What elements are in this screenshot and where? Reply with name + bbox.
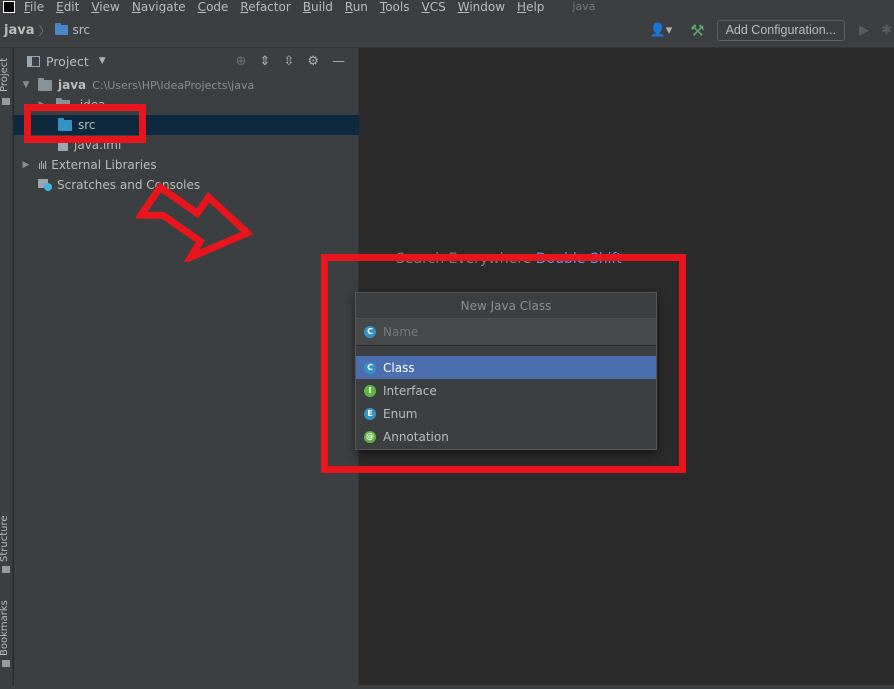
debug-icon[interactable]: ✱	[881, 23, 892, 38]
project-tool-icon[interactable]	[2, 98, 10, 105]
module-folder-icon	[38, 77, 52, 91]
chevron-down-icon[interactable]: ▼	[20, 80, 32, 90]
folder-icon	[54, 23, 68, 35]
menu-bar: File Edit View Navigate Code Refactor Bu…	[0, 0, 894, 13]
scratches-icon	[38, 179, 52, 191]
annotation-arrow-icon	[136, 182, 252, 262]
hammer-icon[interactable]: ⚒	[690, 21, 704, 40]
structure-tool-tab[interactable]: Structure	[0, 515, 10, 562]
tree-node-java[interactable]: ▼ java C:\Users\HP\IdeaProjects\java	[14, 75, 359, 95]
intellij-logo-icon	[3, 0, 15, 13]
project-panel-title[interactable]: Project	[46, 54, 89, 69]
project-view-icon	[27, 55, 40, 67]
collapse-all-icon[interactable]: ⇳	[283, 54, 294, 69]
locate-icon[interactable]: ⊕	[236, 54, 247, 69]
run-icon[interactable]: ▶	[859, 23, 869, 38]
menu-refactor[interactable]: Refactor	[240, 1, 290, 13]
tree-node-label: java	[58, 78, 87, 92]
breadcrumb-separator-icon: 〉	[38, 23, 51, 38]
menu-code[interactable]: Code	[198, 1, 229, 13]
hide-icon[interactable]: —	[332, 54, 345, 69]
bookmarks-tool-tab[interactable]: Bookmarks	[0, 600, 10, 656]
menu-build[interactable]: Build	[303, 1, 333, 13]
project-panel-header: Project ▼ ⊕ ⇕ ⇳ ⚙ —	[14, 48, 358, 74]
structure-tool-icon[interactable]	[2, 566, 10, 573]
menu-edit[interactable]: Edit	[56, 1, 79, 13]
toolbar-right: 👤▾ ⚒ Add Configuration... ▶ ✱	[650, 13, 894, 48]
library-icon: ılıl	[38, 158, 47, 172]
tree-node-path: C:\Users\HP\IdeaProjects\java	[92, 78, 255, 92]
chevron-down-icon[interactable]: ▼	[99, 56, 106, 66]
menu-help[interactable]: Help	[517, 1, 544, 13]
add-configuration-button[interactable]: Add Configuration...	[716, 20, 846, 41]
menu-file[interactable]: File	[24, 1, 44, 13]
menu-run[interactable]: Run	[345, 1, 368, 13]
project-panel: Project ▼ ⊕ ⇕ ⇳ ⚙ — ▼ java C:\Users\HP\I…	[14, 48, 359, 685]
breadcrumb-src[interactable]: src	[73, 23, 91, 37]
chevron-right-icon[interactable]: ▶	[20, 160, 32, 170]
menu-window[interactable]: Window	[458, 1, 505, 13]
status-bar	[0, 685, 894, 689]
bookmarks-tool-icon[interactable]	[2, 660, 10, 667]
window-title: java	[572, 0, 596, 13]
menu-view[interactable]: View	[91, 1, 119, 13]
menu-vcs[interactable]: VCS	[422, 1, 446, 13]
navigation-bar: java 〉 src 👤▾ ⚒ Add Configuration... ▶ ✱	[0, 13, 894, 48]
breadcrumb-project[interactable]: java	[4, 23, 34, 38]
menu-navigate[interactable]: Navigate	[132, 1, 186, 13]
project-panel-tools: ⊕ ⇕ ⇳ ⚙ —	[236, 48, 358, 74]
gear-icon[interactable]: ⚙	[307, 54, 319, 69]
expand-all-icon[interactable]: ⇕	[260, 54, 271, 69]
menu-tools[interactable]: Tools	[380, 1, 410, 13]
user-icon[interactable]: 👤▾	[650, 23, 673, 38]
src-highlight-box	[24, 104, 146, 143]
project-tool-tab[interactable]: Project	[0, 58, 10, 92]
dialog-highlight-box	[321, 254, 686, 473]
left-tool-strip: Project Structure Bookmarks	[0, 48, 13, 685]
